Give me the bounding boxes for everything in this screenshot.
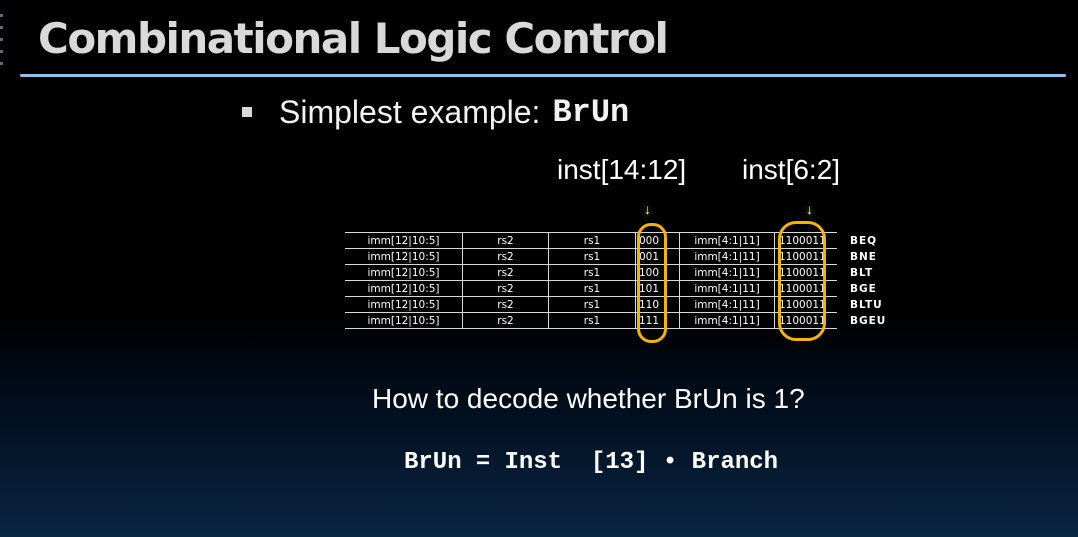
- formula-lhs: BrUn: [404, 449, 462, 476]
- funct3-highlight-oval: [637, 223, 667, 343]
- rs2-cell: rs2: [462, 312, 549, 329]
- imm-lo-cell: imm[4:1|11]: [679, 264, 775, 281]
- brun-formula: BrUn = Inst [13] • Branch: [404, 447, 778, 476]
- instruction-name-cell: BLT: [850, 266, 874, 279]
- rs2-cell: rs2: [462, 280, 549, 297]
- imm-hi-cell: imm[12|10:5]: [345, 248, 463, 265]
- imm-hi-cell: imm[12|10:5]: [345, 232, 463, 249]
- rs1-cell: rs1: [548, 232, 636, 249]
- imm-lo-cell: imm[4:1|11]: [679, 312, 775, 329]
- instruction-name-cell: BEQ: [850, 234, 878, 247]
- rs1-cell: rs1: [548, 312, 636, 329]
- rs2-cell: rs2: [462, 248, 549, 265]
- slide-edge-marks: [0, 14, 4, 74]
- bullet-item: Simplest example: BrUn: [242, 92, 629, 132]
- imm-lo-cell: imm[4:1|11]: [679, 280, 775, 297]
- imm-hi-cell: imm[12|10:5]: [345, 312, 463, 329]
- rs1-cell: rs1: [548, 296, 636, 313]
- opcode-arrow-icon: ↓: [806, 201, 813, 217]
- imm-hi-cell: imm[12|10:5]: [345, 264, 463, 281]
- title-underline: [20, 74, 1066, 77]
- imm-lo-cell: imm[4:1|11]: [679, 296, 775, 313]
- slide-title: Combinational Logic Control: [38, 14, 669, 63]
- instruction-name-cell: BGE: [850, 282, 877, 295]
- imm-hi-cell: imm[12|10:5]: [345, 296, 463, 313]
- bullet-code: BrUn: [552, 93, 630, 131]
- rs2-cell: rs2: [462, 232, 549, 249]
- formula-rhs: Inst [13] • Branch: [504, 449, 779, 476]
- funct3-arrow-icon: ↓: [644, 201, 651, 217]
- opcode-field-label: inst[6:2]: [742, 154, 841, 185]
- instruction-name-cell: BGEU: [850, 314, 887, 327]
- bullet-square-icon: [242, 107, 252, 117]
- instruction-name-cell: BNE: [850, 250, 877, 263]
- rs2-cell: rs2: [462, 296, 549, 313]
- opcode-highlight-oval: [778, 221, 826, 341]
- imm-lo-cell: imm[4:1|11]: [679, 248, 775, 265]
- formula-equals: =: [476, 447, 491, 474]
- decode-question: How to decode whether BrUn is 1?: [372, 383, 805, 414]
- rs1-cell: rs1: [548, 264, 636, 281]
- rs2-cell: rs2: [462, 264, 549, 281]
- bullet-text: Simplest example:: [279, 93, 541, 130]
- imm-hi-cell: imm[12|10:5]: [345, 280, 463, 297]
- rs1-cell: rs1: [548, 280, 636, 297]
- imm-lo-cell: imm[4:1|11]: [679, 232, 775, 249]
- funct3-field-label: inst[14:12]: [557, 154, 687, 185]
- rs1-cell: rs1: [548, 248, 636, 265]
- instruction-name-cell: BLTU: [850, 298, 883, 311]
